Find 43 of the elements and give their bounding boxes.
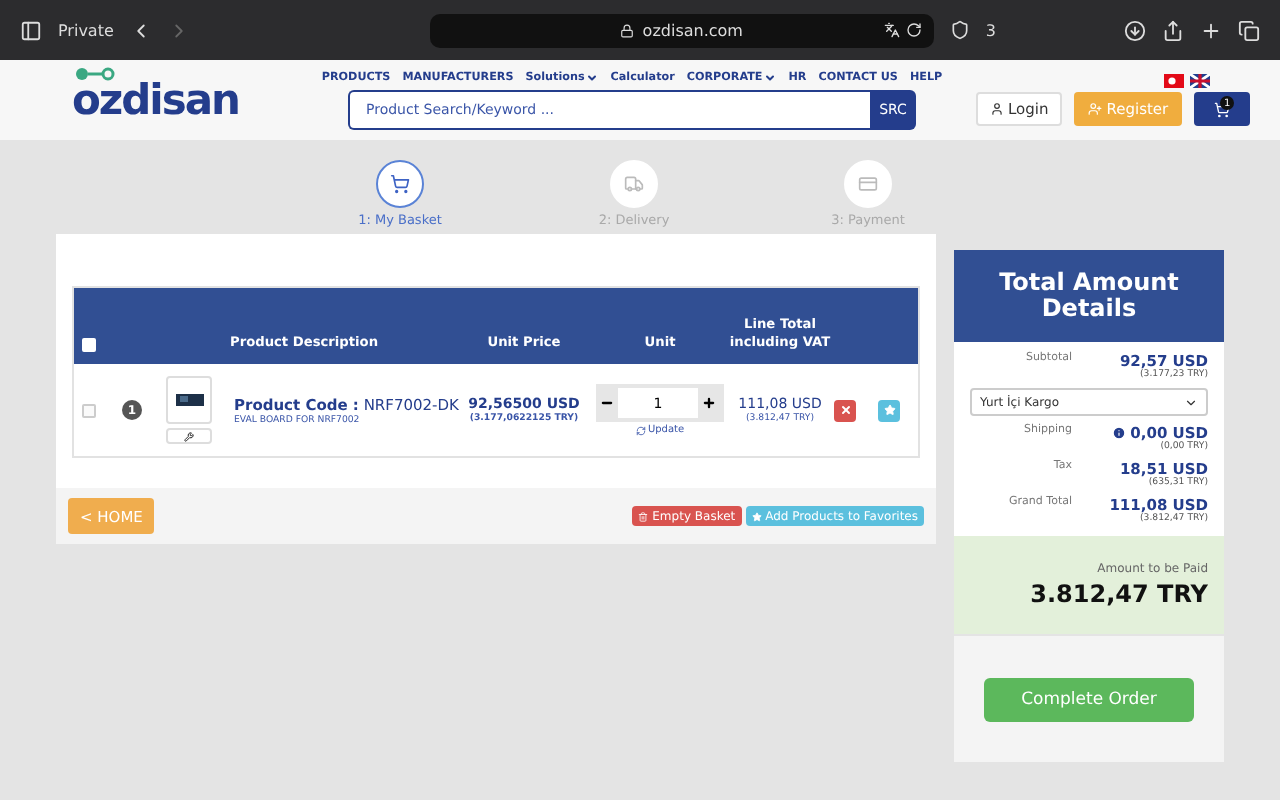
info-icon[interactable] xyxy=(1112,426,1127,440)
star-icon xyxy=(883,404,895,416)
decrease-button[interactable] xyxy=(596,396,618,410)
wrench-button[interactable] xyxy=(166,428,212,444)
step-circle[interactable] xyxy=(376,160,424,208)
user-plus-icon xyxy=(1088,102,1103,116)
circuit-board-icon xyxy=(175,394,203,406)
user-icon xyxy=(990,102,1004,116)
close-icon xyxy=(839,404,851,416)
caret-icon xyxy=(764,71,777,83)
wrench-icon xyxy=(184,431,194,441)
star-icon xyxy=(751,511,762,521)
turkish-flag-icon[interactable] xyxy=(1164,74,1185,88)
select-all-checkbox[interactable] xyxy=(82,338,96,352)
minus-icon xyxy=(600,396,614,410)
refresh-icon xyxy=(635,425,646,435)
shield-icon[interactable] xyxy=(949,20,970,40)
remove-button[interactable] xyxy=(834,399,856,421)
lock-icon xyxy=(620,23,635,37)
shield-count: 3 xyxy=(985,21,996,39)
summary-title: Total Amount Details xyxy=(954,250,1224,342)
caret-icon xyxy=(586,71,599,83)
download-icon[interactable] xyxy=(1124,19,1146,41)
plus-icon xyxy=(702,396,716,410)
trash-icon xyxy=(638,511,649,521)
address-bar[interactable]: ozdisan.com xyxy=(429,13,934,47)
url-text: ozdisan.com xyxy=(642,21,743,39)
tabs-icon[interactable] xyxy=(1238,19,1260,41)
credit-card-icon xyxy=(858,174,878,194)
truck-icon xyxy=(624,174,644,194)
private-label: Private xyxy=(58,21,114,39)
translate-icon[interactable] xyxy=(883,22,900,38)
amount-value: 3.812,47 TRY xyxy=(1030,580,1208,608)
row-checkbox[interactable] xyxy=(82,403,96,417)
reload-icon[interactable] xyxy=(905,22,922,38)
british-flag-icon[interactable] xyxy=(1190,74,1211,88)
chevron-down-icon xyxy=(1184,395,1198,409)
sidebar-icon[interactable] xyxy=(20,19,42,41)
cart-icon xyxy=(390,174,410,194)
new-tab-icon[interactable] xyxy=(1200,19,1222,41)
logo-dots-icon xyxy=(74,66,118,82)
share-icon[interactable] xyxy=(1162,19,1184,41)
increase-button[interactable] xyxy=(698,396,720,410)
